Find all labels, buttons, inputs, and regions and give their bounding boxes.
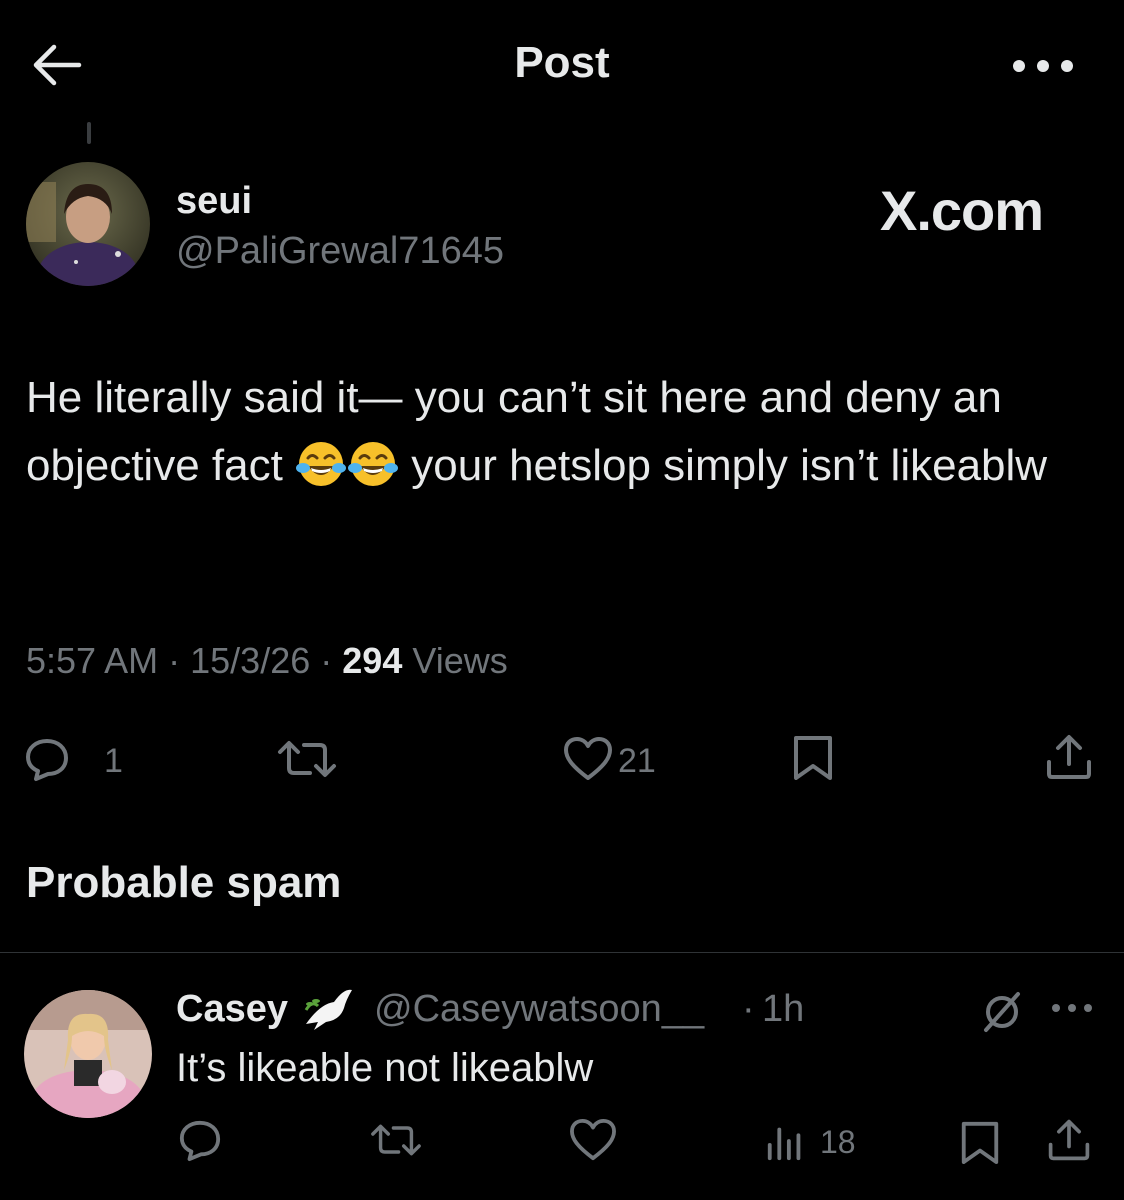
page-title: Post xyxy=(514,38,610,87)
share-icon[interactable] xyxy=(1044,734,1094,780)
reply-reply-icon[interactable] xyxy=(178,1118,222,1162)
reply-icon[interactable] xyxy=(24,736,70,782)
tears-of-joy-emoji-icon xyxy=(296,442,347,486)
divider xyxy=(0,952,1124,953)
reply-separator: · xyxy=(742,988,755,1030)
post-meta: 5:57 AM · 15/3/26 · 294 Views xyxy=(26,640,508,682)
x-com-watermark: X.com xyxy=(880,179,1044,242)
reply-author-name[interactable]: Casey xyxy=(176,988,288,1031)
reply-bookmark-icon[interactable] xyxy=(958,1120,1002,1164)
meta-separator: · xyxy=(320,640,333,681)
repost-icon[interactable] xyxy=(272,736,342,782)
author-name[interactable]: seui xyxy=(176,180,252,223)
tears-of-joy-emoji-icon xyxy=(348,442,399,486)
reply-count: 1 xyxy=(104,742,123,780)
reply-timestamp[interactable]: 1h xyxy=(762,988,804,1031)
reply-like-icon[interactable] xyxy=(568,1118,618,1162)
reply-text: It’s likeable not likeablw xyxy=(176,1046,594,1090)
post-text-part2: your hetslop simply isn’t likeablw xyxy=(399,441,1048,490)
like-heart-icon[interactable] xyxy=(562,736,614,782)
dove-emoji-icon xyxy=(304,989,352,1030)
reply-share-icon[interactable] xyxy=(1046,1118,1092,1162)
post-date: 15/3/26 xyxy=(190,640,311,681)
author-handle[interactable]: @PaliGrewal71645 xyxy=(176,230,504,273)
post-text: He literally said it— you can’t sit here… xyxy=(26,364,1106,500)
grok-icon[interactable] xyxy=(978,988,1026,1036)
views-count: 294 xyxy=(342,640,403,681)
reply-views-count: 18 xyxy=(820,1124,856,1160)
views-label: Views xyxy=(412,640,508,681)
reply-author-handle[interactable]: @Caseywatsoon__ xyxy=(374,988,704,1031)
post-time: 5:57 AM xyxy=(26,640,159,681)
thread-connector-line xyxy=(87,122,91,144)
bookmark-icon[interactable] xyxy=(790,734,836,780)
more-options-icon[interactable] xyxy=(1010,52,1076,80)
reply-avatar[interactable] xyxy=(24,990,152,1118)
reply-views-icon[interactable] xyxy=(764,1120,808,1164)
meta-separator: · xyxy=(168,640,181,681)
probable-spam-heading[interactable]: Probable spam xyxy=(26,858,341,908)
reply-repost-icon[interactable] xyxy=(366,1118,426,1162)
reply-more-icon[interactable] xyxy=(1048,998,1096,1018)
author-avatar[interactable] xyxy=(26,162,150,286)
like-count: 21 xyxy=(618,742,656,780)
